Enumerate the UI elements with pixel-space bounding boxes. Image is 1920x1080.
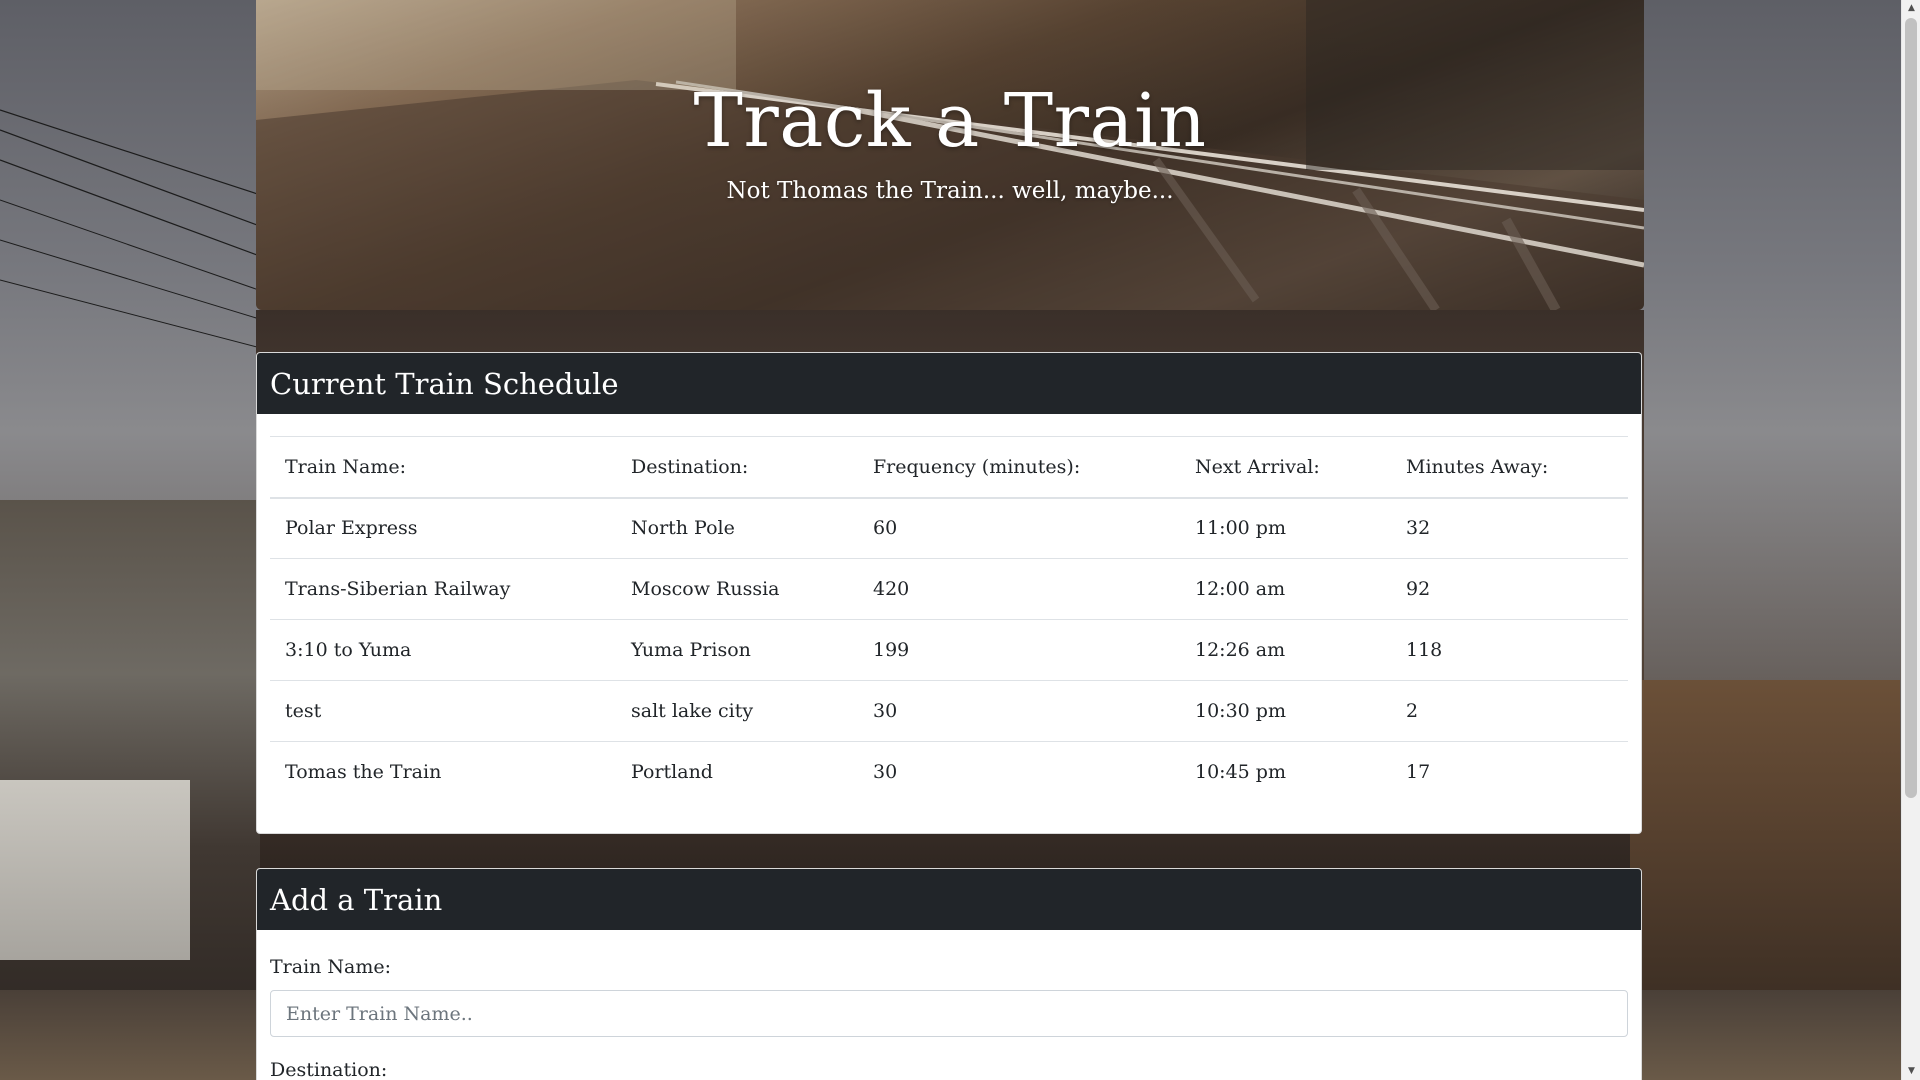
column-header-next-arrival: Next Arrival:: [1180, 436, 1391, 499]
destination-cell: Portland: [616, 741, 858, 803]
train-name-cell: 3:10 to Yuma: [270, 619, 616, 681]
page-title: Track a Train: [693, 78, 1207, 164]
schedule-card: Current Train Schedule Train Name: Desti…: [256, 352, 1642, 834]
frequency-cell: 199: [858, 619, 1180, 681]
triangle-up-icon[interactable]: ▲: [1902, 0, 1920, 17]
table-row: Polar Express North Pole 60 11:00 pm 32: [270, 497, 1628, 559]
background-building: [0, 780, 190, 960]
frequency-cell: 420: [858, 558, 1180, 620]
background-train-right: [1630, 680, 1900, 1000]
add-train-form: Train Name: Destination:: [257, 930, 1641, 1080]
destination-cell: North Pole: [616, 497, 858, 559]
schedule-card-body: Train Name: Destination: Frequency (minu…: [257, 414, 1641, 833]
minutes-away-cell: 92: [1391, 558, 1628, 620]
train-name-cell: Tomas the Train: [270, 741, 616, 803]
table-row: Trans-Siberian Railway Moscow Russia 420…: [270, 558, 1628, 620]
page-scrollbar[interactable]: ▲ ▼: [1901, 0, 1920, 1080]
destination-cell: Yuma Prison: [616, 619, 858, 681]
train-name-cell: test: [270, 680, 616, 742]
add-train-card-header: Add a Train: [257, 869, 1641, 930]
scrollbar-thumb[interactable]: [1905, 18, 1917, 798]
table-header-row: Train Name: Destination: Frequency (minu…: [270, 436, 1628, 499]
next-arrival-cell: 12:00 am: [1180, 558, 1391, 620]
column-header-minutes-away: Minutes Away:: [1391, 436, 1628, 499]
column-header-destination: Destination:: [616, 436, 858, 499]
table-row: test salt lake city 30 10:30 pm 2: [270, 680, 1628, 742]
destination-cell: salt lake city: [616, 680, 858, 742]
main-container: Track a Train Not Thomas the Train... we…: [256, 0, 1644, 1080]
train-name-cell: Trans-Siberian Railway: [270, 558, 616, 620]
schedule-table: Train Name: Destination: Frequency (minu…: [270, 436, 1628, 803]
add-train-card: Add a Train Train Name: Destination:: [256, 868, 1642, 1080]
train-name-cell: Polar Express: [270, 497, 616, 559]
hero-banner: Track a Train Not Thomas the Train... we…: [256, 0, 1644, 310]
frequency-cell: 30: [858, 741, 1180, 803]
table-row: Tomas the Train Portland 30 10:45 pm 17: [270, 741, 1628, 803]
next-arrival-cell: 10:30 pm: [1180, 680, 1391, 742]
minutes-away-cell: 2: [1391, 680, 1628, 742]
column-header-train-name: Train Name:: [270, 436, 616, 499]
column-header-frequency: Frequency (minutes):: [858, 436, 1180, 499]
train-name-label: Train Name:: [270, 956, 392, 978]
page-subtitle: Not Thomas the Train... well, maybe...: [726, 178, 1174, 204]
destination-label: Destination:: [270, 1059, 388, 1080]
next-arrival-cell: 10:45 pm: [1180, 741, 1391, 803]
train-name-input[interactable]: [270, 990, 1628, 1037]
destination-cell: Moscow Russia: [616, 558, 858, 620]
next-arrival-cell: 12:26 am: [1180, 619, 1391, 681]
minutes-away-cell: 17: [1391, 741, 1628, 803]
minutes-away-cell: 118: [1391, 619, 1628, 681]
frequency-cell: 60: [858, 497, 1180, 559]
next-arrival-cell: 11:00 pm: [1180, 497, 1391, 559]
schedule-card-header: Current Train Schedule: [257, 353, 1641, 414]
table-row: 3:10 to Yuma Yuma Prison 199 12:26 am 11…: [270, 619, 1628, 681]
triangle-down-icon[interactable]: ▼: [1902, 1063, 1920, 1080]
frequency-cell: 30: [858, 680, 1180, 742]
minutes-away-cell: 32: [1391, 497, 1628, 559]
